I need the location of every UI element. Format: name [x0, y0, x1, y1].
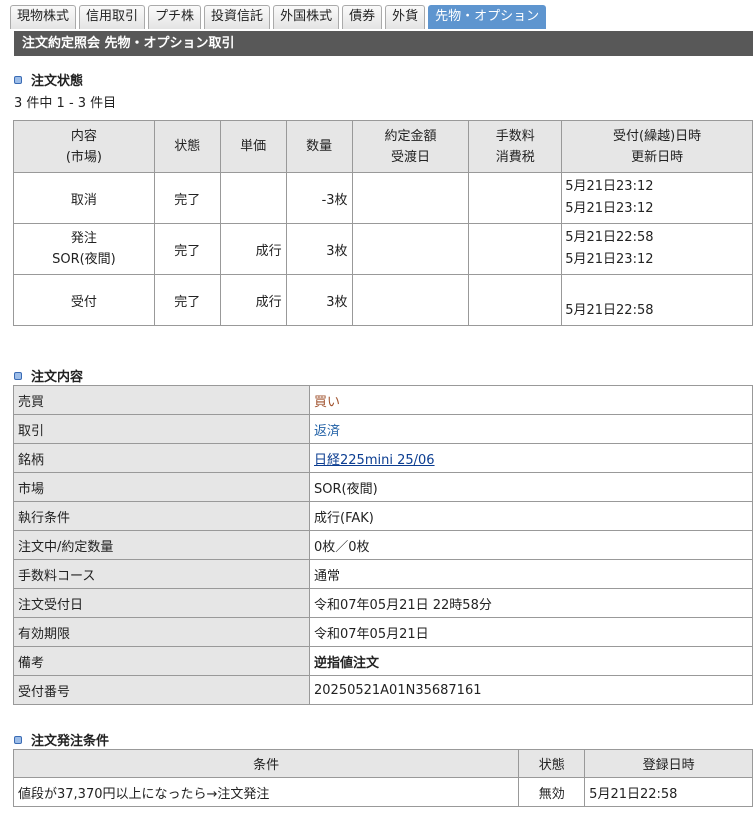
header-state: 状態: [153, 120, 221, 173]
row-qty: 3枚: [285, 274, 353, 326]
row-fee: [468, 172, 563, 224]
header-condition: 条件: [12, 749, 520, 778]
detail-key: 注文受付日: [13, 588, 310, 618]
product-tabs: 現物株式 信用取引 プチ株 投資信託 外国株式 債券 外貨 先物・オプション: [10, 5, 547, 29]
header-time: 受付(繰越)日時 更新日時: [561, 120, 753, 173]
detail-key: 有効期限: [13, 617, 310, 647]
tab-futures-options[interactable]: 先物・オプション: [428, 5, 547, 29]
detail-value-trade: 返済: [309, 414, 753, 444]
table-row: 取消 完了 -3枚 5月21日23:12 5月21日23:12: [13, 172, 753, 224]
row-content: 受付: [13, 274, 155, 326]
tab-puchikabu[interactable]: プチ株: [148, 5, 202, 29]
tab-bonds[interactable]: 債券: [342, 5, 383, 29]
condition-state: 無効: [518, 777, 586, 807]
tab-toushin[interactable]: 投資信託: [204, 5, 271, 29]
tab-foreign-stock[interactable]: 外国株式: [273, 5, 340, 29]
detail-value-symbol: 日経225mini 25/06: [309, 443, 753, 473]
detail-row-order-date: 注文受付日 令和07年05月21日 22時58分: [13, 588, 753, 618]
detail-key: 注文中/約定数量: [13, 530, 310, 560]
detail-section-label: 注文内容: [31, 370, 84, 385]
condition-text: 値段が37,370円以上になったら→注文発注: [12, 777, 520, 807]
row-qty: -3枚: [285, 172, 353, 224]
page-title: 注文約定照会 先物・オプション取引: [14, 31, 753, 56]
symbol-link[interactable]: 日経225mini 25/06: [314, 453, 435, 468]
detail-value-note: 逆指値注文: [309, 646, 753, 676]
row-content: 取消: [13, 172, 155, 224]
order-status-table: 内容 (市場) 状態 単価 数量 約定金額 受渡日 手数料 消費税 受付(繰越)日時更…: [13, 120, 753, 326]
row-amount: [351, 172, 470, 224]
row-state: 完了: [153, 172, 221, 224]
row-price: [219, 172, 287, 224]
table-row: 発注 SOR(夜間) 完了 成行 3枚 5月21日22:58 5月21日23:12: [13, 223, 753, 275]
row-fee: [468, 274, 563, 326]
detail-row-note: 備考 逆指値注文: [13, 646, 753, 676]
header-cond-date: 登録日時: [584, 749, 753, 778]
detail-key: 売買: [13, 385, 310, 415]
row-time: 5月21日22:58 5月21日23:12: [561, 223, 753, 275]
detail-row-qty: 注文中/約定数量 0枚／0枚: [13, 530, 753, 560]
row-price: 成行: [219, 274, 287, 326]
detail-value-expiry: 令和07年05月21日: [309, 617, 753, 647]
detail-value-exec: 成行(FAK): [309, 501, 753, 531]
header-cond-state: 状態: [518, 749, 586, 778]
detail-key: 備考: [13, 646, 310, 676]
row-amount: [351, 223, 470, 275]
header-price: 単価: [219, 120, 287, 173]
detail-value-market: SOR(夜間): [309, 472, 753, 502]
condition-date: 5月21日22:58: [584, 777, 753, 807]
detail-key: 手数料コース: [13, 559, 310, 589]
header-amount: 約定金額 受渡日: [351, 120, 470, 173]
header-qty: 数量: [285, 120, 353, 173]
table-row: 値段が37,370円以上になったら→注文発注 無効 5月21日22:58: [12, 777, 753, 807]
row-price: 成行: [219, 223, 287, 275]
row-qty: 3枚: [285, 223, 353, 275]
detail-key: 執行条件: [13, 501, 310, 531]
detail-value-order-date: 令和07年05月21日 22時58分: [309, 588, 753, 618]
detail-row-symbol: 銘柄 日経225mini 25/06: [13, 443, 753, 473]
detail-key: 市場: [13, 472, 310, 502]
status-section-label: 注文状態: [31, 74, 84, 89]
detail-row-market: 市場 SOR(夜間): [13, 472, 753, 502]
row-fee: [468, 223, 563, 275]
header-content: 内容 (市場): [13, 120, 155, 173]
detail-value-qty: 0枚／0枚: [309, 530, 753, 560]
detail-section-title: 注文内容: [14, 366, 83, 385]
detail-key: 取引: [13, 414, 310, 444]
detail-key: 受付番号: [13, 675, 310, 705]
row-time: 5月21日22:58: [561, 274, 753, 326]
tab-genbutsu[interactable]: 現物株式: [10, 5, 77, 29]
detail-row-receipt: 受付番号 20250521A01N35687161: [13, 675, 753, 705]
table-row: 受付 完了 成行 3枚 5月21日22:58: [13, 274, 753, 326]
row-content: 発注 SOR(夜間): [13, 223, 155, 275]
row-time: 5月21日23:12 5月21日23:12: [561, 172, 753, 224]
row-state: 完了: [153, 274, 221, 326]
square-bullet-icon: [14, 371, 22, 380]
row-state: 完了: [153, 223, 221, 275]
detail-row-exec: 執行条件 成行(FAK): [13, 501, 753, 531]
status-section-title: 注文状態: [14, 70, 83, 89]
condition-section-label: 注文発注条件: [31, 734, 110, 749]
detail-value-receipt: 20250521A01N35687161: [309, 675, 753, 705]
square-bullet-icon: [14, 735, 22, 744]
condition-section-title: 注文発注条件: [14, 730, 109, 749]
tab-fx[interactable]: 外貨: [385, 5, 426, 29]
detail-row-trade: 取引 返済: [13, 414, 753, 444]
detail-row-course: 手数料コース 通常: [13, 559, 753, 589]
order-detail-table: 売買 買い 取引 返済 銘柄 日経225mini 25/06 市場 SOR(夜間…: [13, 385, 753, 705]
row-amount: [351, 274, 470, 326]
detail-value-course: 通常: [309, 559, 753, 589]
detail-key: 銘柄: [13, 443, 310, 473]
detail-value-side: 買い: [309, 385, 753, 415]
detail-row-expiry: 有効期限 令和07年05月21日: [13, 617, 753, 647]
table-header-row: 条件 状態 登録日時: [12, 749, 753, 778]
header-fee: 手数料 消費税: [468, 120, 563, 173]
detail-row-side: 売買 買い: [13, 385, 753, 415]
square-bullet-icon: [14, 75, 22, 84]
table-header-row: 内容 (市場) 状態 単価 数量 約定金額 受渡日 手数料 消費税 受付(繰越)日時更…: [13, 120, 753, 173]
tab-shinyo[interactable]: 信用取引: [79, 5, 146, 29]
result-count: 3 件中 1 - 3 件目: [14, 96, 117, 111]
order-condition-table: 条件 状態 登録日時 値段が37,370円以上になったら→注文発注 無効 5月2…: [12, 749, 753, 807]
